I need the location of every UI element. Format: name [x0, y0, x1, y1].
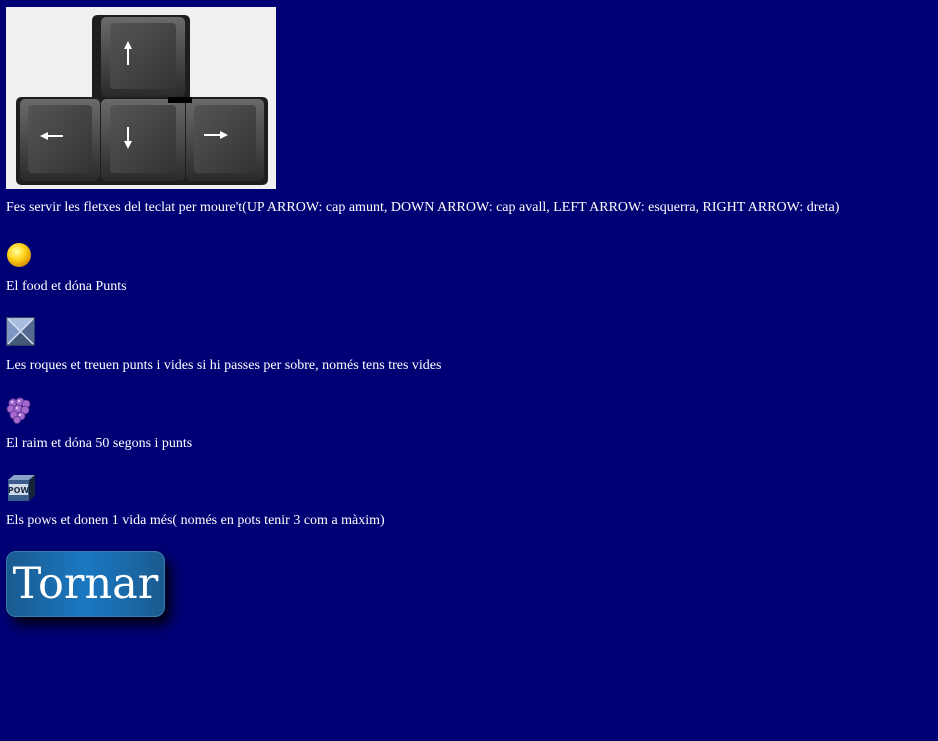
arrow-keys-instructions: Fes servir les fletxes del teclat per mo…	[6, 200, 840, 215]
pow-block-icon: POW	[8, 475, 35, 501]
rocks-instructions: Les roques et treuen punts i vides si hi…	[6, 358, 442, 373]
food-instructions: El food et dóna Punts	[6, 279, 127, 294]
back-button[interactable]: Tornar	[6, 551, 165, 617]
arrow-keys-image	[6, 7, 276, 189]
grapes-instructions: El raim et dóna 50 segons i punts	[6, 436, 193, 451]
pow-instructions: Els pows et donen 1 vida més( només en p…	[6, 513, 385, 528]
rock-block-icon	[6, 317, 35, 346]
pow-icon-label: POW	[8, 486, 30, 495]
yellow-ball-icon	[7, 243, 31, 267]
instructions-page: Fes servir les fletxes del teclat per mo…	[0, 0, 938, 741]
grapes-icon	[6, 397, 31, 424]
